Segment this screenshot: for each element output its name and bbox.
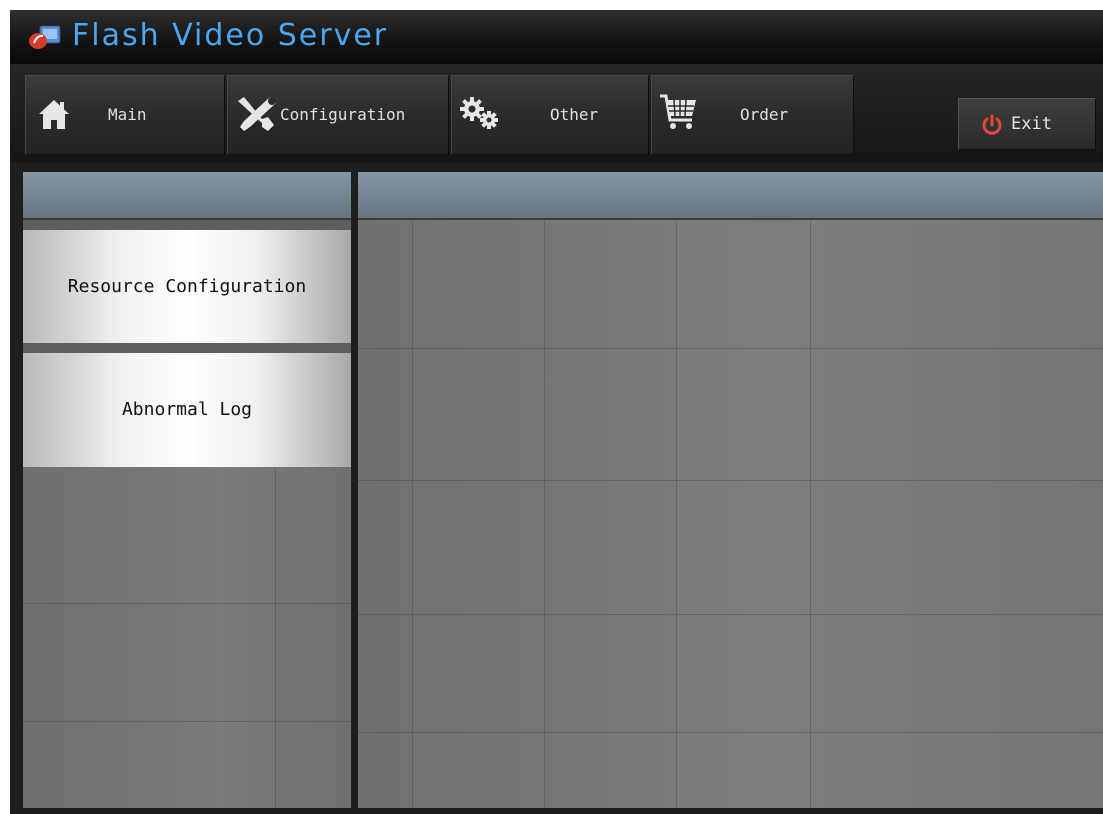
- left-panel: Resource Configuration Abnormal Log: [23, 172, 351, 808]
- exit-label: Exit: [1011, 114, 1052, 134]
- main-panel-empty-area: [358, 220, 1103, 808]
- nav-order-label: Order: [740, 105, 789, 124]
- sidebar-item-label: Resource Configuration: [67, 276, 307, 297]
- nav-other-label: Other: [550, 105, 599, 124]
- nav-configuration-label: Configuration: [280, 105, 406, 124]
- divider: [23, 343, 351, 353]
- sidebar-item-abnormal-log[interactable]: Abnormal Log: [23, 353, 351, 467]
- nav-main-label: Main: [108, 105, 147, 124]
- left-panel-empty-area: [23, 467, 351, 808]
- content-area: Resource Configuration Abnormal Log: [10, 162, 1103, 814]
- home-icon: [39, 100, 69, 129]
- left-panel-header: [23, 172, 351, 220]
- main-panel-header: [358, 172, 1103, 220]
- app-window: Flash Video Server Main Configuration Ot…: [10, 10, 1103, 814]
- sidebar-item-label: Abnormal Log: [121, 399, 253, 420]
- main-panel: [358, 172, 1103, 808]
- flash-logo-icon: [29, 25, 61, 49]
- tools-icon: [238, 97, 276, 131]
- cart-icon: [660, 94, 696, 129]
- exit-button[interactable]: Exit: [958, 98, 1096, 150]
- nav-bar: Main Configuration Other Order Exit: [10, 62, 1103, 162]
- sidebar-item-resource-configuration[interactable]: Resource Configuration: [23, 230, 351, 343]
- gears-icon: [460, 97, 498, 129]
- divider: [23, 220, 351, 230]
- nav-main-button[interactable]: Main: [25, 75, 225, 155]
- nav-configuration-button[interactable]: Configuration: [227, 75, 449, 155]
- power-icon: [982, 114, 1002, 135]
- title-bar: Flash Video Server: [10, 10, 1103, 62]
- nav-other-button[interactable]: Other: [451, 75, 649, 155]
- app-title: Flash Video Server: [72, 18, 389, 53]
- nav-order-button[interactable]: Order: [651, 75, 854, 155]
